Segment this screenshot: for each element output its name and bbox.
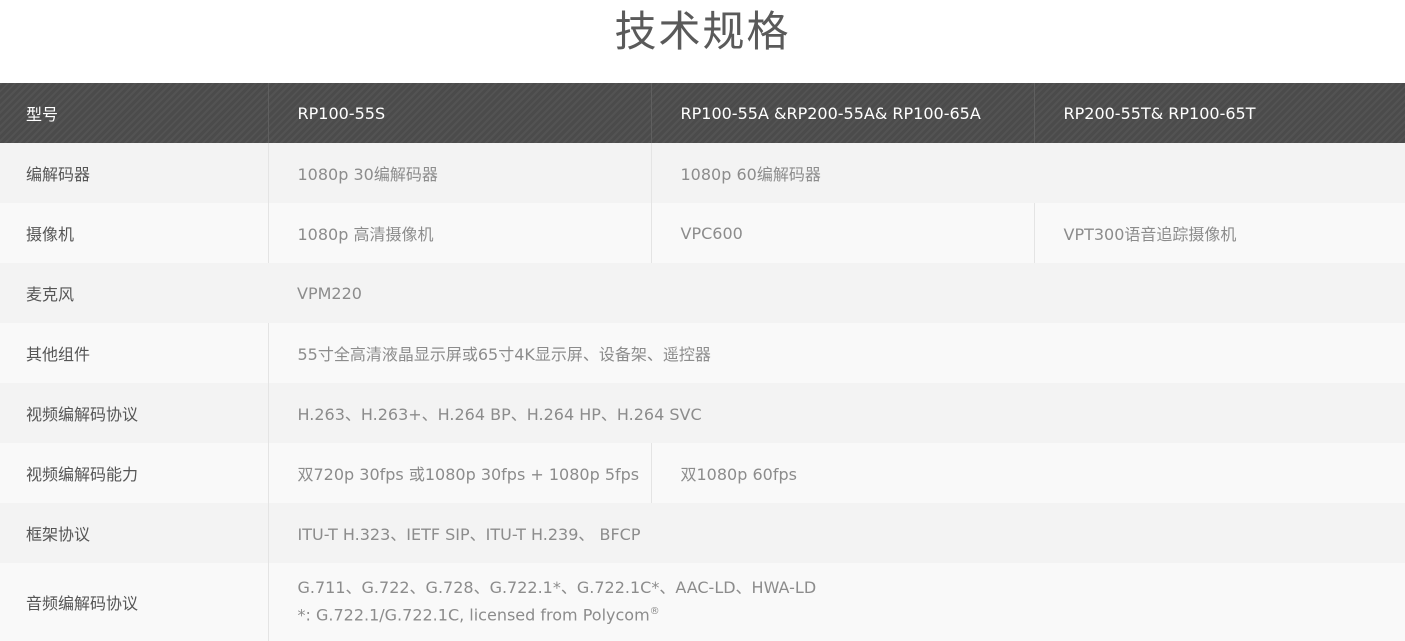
page-title: 技术规格 — [614, 7, 791, 56]
cell-value: 双720p 30fps 或1080p 30fps + 1080p 5fps — [267, 443, 651, 503]
header-model-rp200-55t: RP200-55T& RP100-65T — [1033, 83, 1405, 143]
row-label: 视频编解码能力 — [26, 465, 139, 484]
cell-value: 1080p 高清摄像机 — [267, 203, 651, 263]
table-row-microphone: 麦克风 VPM220 — [0, 263, 1405, 323]
row-label: 摄像机 — [26, 225, 75, 244]
header-model-rp100-55s: RP100-55S — [267, 83, 651, 143]
header-model-rp100-55a: RP100-55A &RP200-55A& RP100-65A — [650, 83, 1034, 143]
table-row-camera: 摄像机 1080p 高清摄像机 VPC600 VPT300语音追踪摄像机 — [0, 203, 1405, 263]
audio-license-note: *: G.722.1/G.722.1C, licensed from Polyc… — [298, 600, 1405, 627]
header-model-label: 型号 — [26, 105, 59, 124]
row-label: 麦克风 — [26, 285, 75, 304]
row-label: 视频编解码协议 — [26, 405, 139, 424]
table-row-frame-protocol: 框架协议 ITU-T H.323、IETF SIP、ITU-T H.239、 B… — [0, 503, 1405, 563]
table-header: 型号 RP100-55S RP100-55A &RP200-55A& RP100… — [0, 83, 1405, 143]
table-row-video-protocol: 视频编解码协议 H.263、H.263+、H.264 BP、H.264 HP、H… — [0, 383, 1405, 443]
cell-value: 1080p 30编解码器 — [267, 143, 651, 203]
table-row-video-capability: 视频编解码能力 双720p 30fps 或1080p 30fps + 1080p… — [0, 443, 1405, 503]
spec-table: 型号 RP100-55S RP100-55A &RP200-55A& RP100… — [0, 83, 1405, 641]
cell-value: VPM220 — [297, 283, 362, 303]
row-label: 其他组件 — [26, 345, 91, 364]
table-row-codec: 编解码器 1080p 30编解码器 1080p 60编解码器 — [0, 143, 1405, 203]
audio-license-text: *: G.722.1/G.722.1C, licensed from Polyc… — [297, 605, 650, 625]
table-row-other-components: 其他组件 55寸全高清液晶显示屏或65寸4K显示屏、设备架、遥控器 — [0, 323, 1405, 383]
header-row: 型号 RP100-55S RP100-55A &RP200-55A& RP100… — [0, 83, 1405, 143]
table-row-audio-protocol: 音频编解码协议 G.711、G.722、G.728、G.722.1*、G.722… — [0, 563, 1405, 641]
audio-protocol-list: G.711、G.722、G.728、G.722.1*、G.722.1C*、AAC… — [297, 578, 817, 598]
cell-value: VPC600 — [650, 203, 1034, 263]
cell-value: G.711、G.722、G.728、G.722.1*、G.722.1C*、AAC… — [267, 563, 1405, 641]
row-label: 编解码器 — [26, 165, 91, 184]
cell-value: ITU-T H.323、IETF SIP、ITU-T H.239、 BFCP — [267, 503, 1405, 563]
row-label: 框架协议 — [26, 525, 91, 544]
cell-value: 双1080p 60fps — [650, 443, 1405, 503]
row-label: 音频编解码协议 — [26, 594, 139, 613]
cell-value: 1080p 60编解码器 — [650, 143, 1405, 203]
registered-mark: ® — [649, 606, 660, 618]
cell-value: H.263、H.263+、H.264 BP、H.264 HP、H.264 SVC — [267, 383, 1405, 443]
cell-value: 55寸全高清液晶显示屏或65寸4K显示屏、设备架、遥控器 — [267, 323, 1405, 383]
cell-value: VPT300语音追踪摄像机 — [1033, 203, 1405, 263]
